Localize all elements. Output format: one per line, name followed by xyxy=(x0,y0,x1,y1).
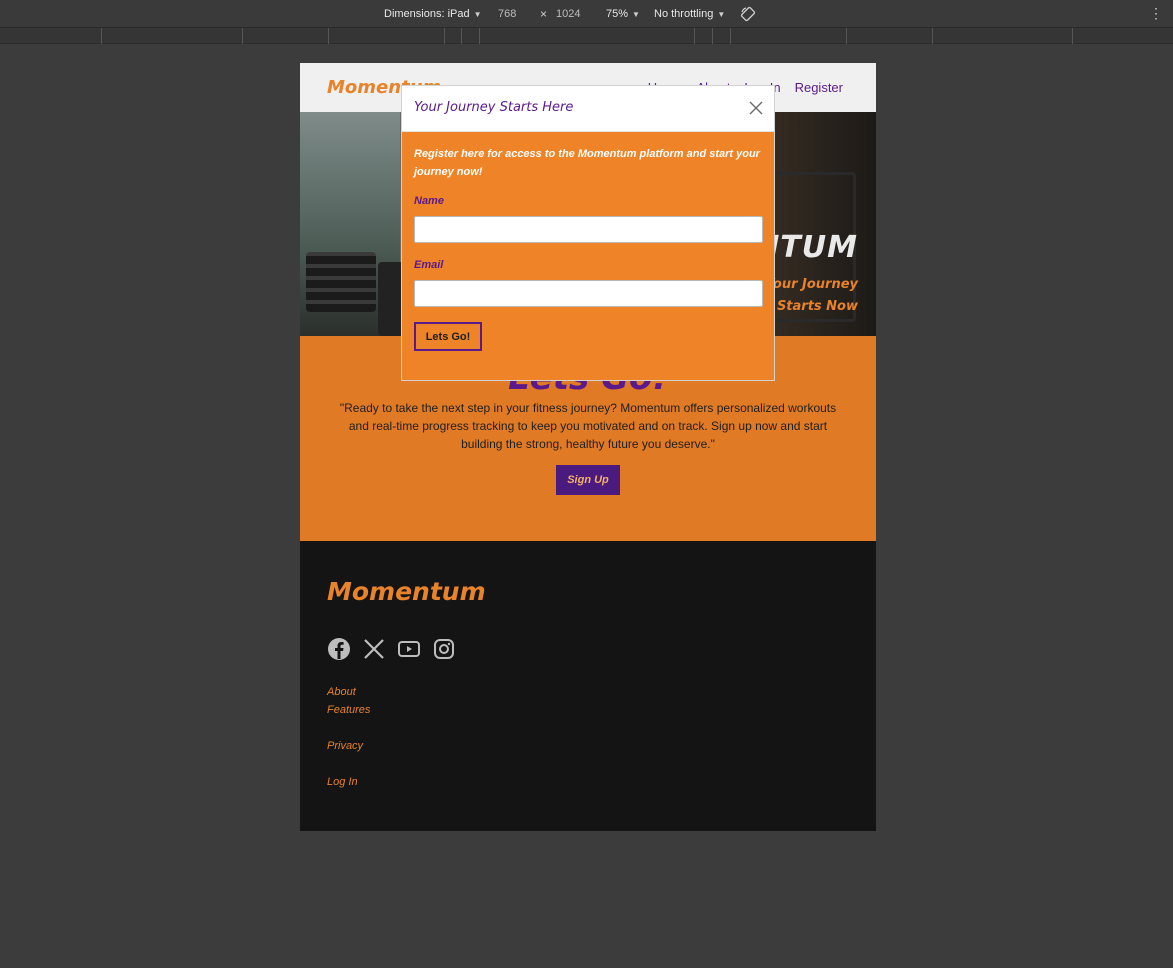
sign-up-button[interactable]: Sign Up xyxy=(556,465,620,495)
email-field[interactable] xyxy=(414,280,763,307)
media-query-ruler xyxy=(0,28,1173,44)
nav-link-register[interactable]: Register xyxy=(795,80,843,95)
email-label: Email xyxy=(414,259,444,271)
name-label: Name xyxy=(414,195,444,207)
throttling-value: No throttling xyxy=(654,8,714,20)
instagram-icon[interactable] xyxy=(432,637,456,661)
footer-link-login[interactable]: Log In xyxy=(327,773,370,791)
more-options-icon[interactable]: ⋮ xyxy=(1149,6,1163,20)
footer-link-about[interactable]: About xyxy=(327,683,370,701)
height-input[interactable]: 1024 xyxy=(556,8,580,20)
footer-link-features[interactable]: Features xyxy=(327,701,370,719)
cta-quote: "Ready to take the next step in your fit… xyxy=(339,401,837,451)
modal-header: Your Journey Starts Here xyxy=(402,86,774,132)
caret-down-icon: ▼ xyxy=(717,9,726,19)
youtube-icon[interactable] xyxy=(397,637,421,661)
hero-dumbbells-image xyxy=(306,252,376,312)
modal-title: Your Journey Starts Here xyxy=(414,100,574,115)
footer-logo[interactable]: Momentum xyxy=(327,577,486,606)
footer: Momentum About Features Privacy Log In xyxy=(300,541,876,831)
caret-down-icon: ▼ xyxy=(473,9,482,19)
zoom-value: 75% xyxy=(606,8,629,20)
modal-intro: Register here for access to the Momentum… xyxy=(414,148,760,178)
footer-link-spacer xyxy=(327,755,370,773)
x-icon[interactable] xyxy=(362,637,386,661)
devtools-toolbar: Dimensions: iPad ▼ 768 × 1024 75% ▼ No t… xyxy=(0,0,1173,28)
times-icon: × xyxy=(540,7,548,21)
footer-link-spacer xyxy=(327,719,370,737)
close-icon[interactable] xyxy=(748,100,764,116)
facebook-icon[interactable] xyxy=(327,637,351,661)
zoom-select[interactable]: 75% ▼ xyxy=(606,8,640,20)
device-dimensions-label: Dimensions: iPad xyxy=(384,8,470,20)
lets-go-button[interactable]: Lets Go! xyxy=(414,322,482,351)
register-modal: Your Journey Starts Here Register here f… xyxy=(401,85,775,381)
caret-down-icon: ▼ xyxy=(632,9,640,19)
social-links xyxy=(327,637,456,661)
footer-links: About Features Privacy Log In xyxy=(327,683,370,791)
rotate-icon[interactable] xyxy=(740,6,756,22)
hero-tagline: Your Journey Starts Now xyxy=(765,274,858,318)
footer-link-privacy[interactable]: Privacy xyxy=(327,737,370,755)
throttling-select[interactable]: No throttling ▼ xyxy=(654,8,725,20)
device-dimensions-select[interactable]: Dimensions: iPad ▼ xyxy=(384,8,482,20)
width-input[interactable]: 768 xyxy=(498,8,516,20)
name-field[interactable] xyxy=(414,216,763,243)
hero-tagline-line2: Starts Now xyxy=(776,299,858,314)
hero-tagline-line1: Your Journey xyxy=(765,277,858,292)
